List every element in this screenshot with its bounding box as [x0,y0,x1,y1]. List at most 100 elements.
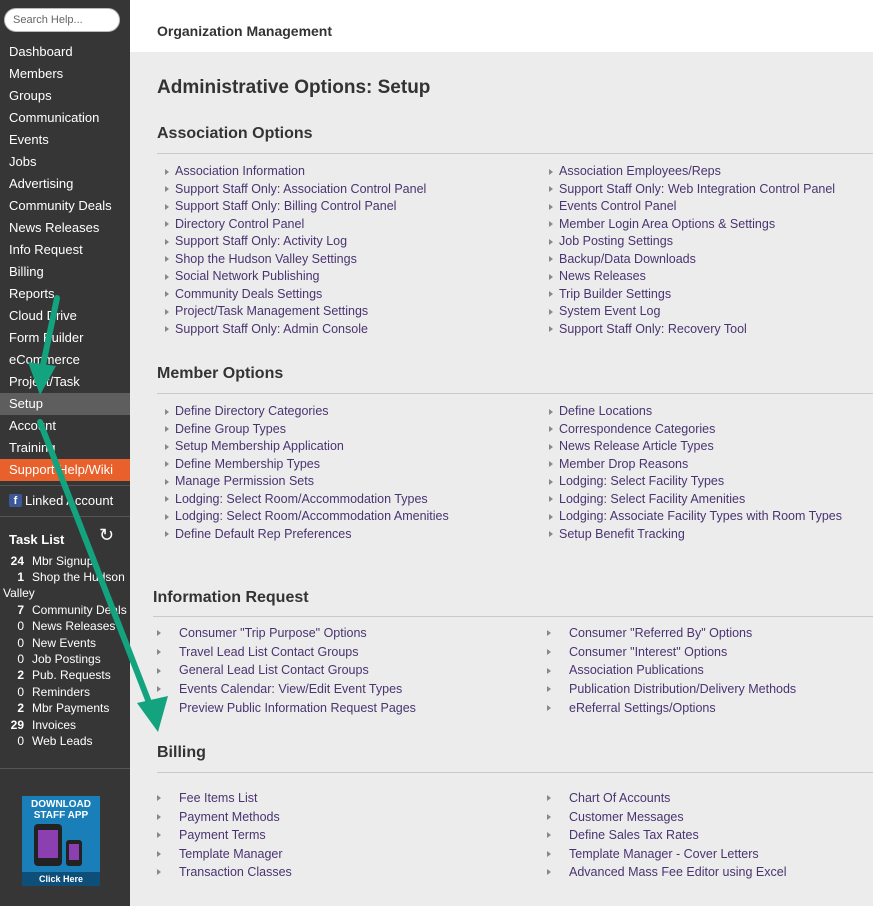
option-link[interactable]: Payment Methods [157,808,292,827]
option-link[interactable]: Support Staff Only: Billing Control Pane… [165,198,426,216]
sidebar-item-cloud-drive[interactable]: Cloud Drive [0,305,130,327]
option-link[interactable]: Community Deals Settings [165,286,426,304]
sidebar-item-project-task[interactable]: Project/Task [0,371,130,393]
option-link[interactable]: Events Calendar: View/Edit Event Types [157,680,416,699]
option-link[interactable]: Define Membership Types [165,456,449,474]
sidebar-item-events[interactable]: Events [0,129,130,151]
task-list-item[interactable]: 0 Web Leads [0,734,130,748]
sidebar-item-account[interactable]: Account [0,415,130,437]
option-link[interactable]: Template Manager [157,845,292,864]
option-link[interactable]: News Releases [549,268,835,286]
option-link[interactable]: Preview Public Information Request Pages [157,699,416,718]
option-link[interactable]: Job Posting Settings [549,233,835,251]
option-link[interactable]: Fee Items List [157,789,292,808]
sidebar-item-community-deals[interactable]: Community Deals [0,195,130,217]
task-list-item[interactable]: 2 Pub. Requests [0,668,130,682]
option-link[interactable]: Define Locations [549,403,842,421]
option-link[interactable]: Lodging: Associate Facility Types with R… [549,508,842,526]
task-list-item[interactable]: 1 Shop the Hudson [0,570,130,584]
task-list-item[interactable]: 0 News Releases [0,619,130,633]
task-list-item[interactable]: 7 Community Deals [0,603,130,617]
sidebar-item-news-releases[interactable]: News Releases [0,217,130,239]
sidebar-item-training[interactable]: Training [0,437,130,459]
facebook-icon: f [9,493,22,507]
option-link[interactable]: Backup/Data Downloads [549,251,835,269]
option-link[interactable]: Shop the Hudson Valley Settings [165,251,426,269]
option-link[interactable]: Setup Benefit Tracking [549,526,842,544]
option-link[interactable]: Lodging: Select Room/Accommodation Ameni… [165,508,449,526]
section-rule [153,616,873,617]
sidebar-item-members[interactable]: Members [0,63,130,85]
sidebar-item-dashboard[interactable]: Dashboard [0,41,130,63]
download-staff-app-banner[interactable]: DOWNLOAD STAFF APP Click Here [22,796,100,886]
sidebar-item-reports[interactable]: Reports [0,283,130,305]
task-list-item[interactable]: 0 Reminders [0,685,130,699]
linked-account-link[interactable]: f Linked Account [9,491,113,509]
option-link[interactable]: Publication Distribution/Delivery Method… [547,680,796,699]
option-link[interactable]: Define Directory Categories [165,403,449,421]
option-link[interactable]: Member Drop Reasons [549,456,842,474]
section-title-association: Association Options [157,125,313,142]
refresh-icon[interactable]: ↻ [99,524,114,546]
option-link[interactable]: Member Login Area Options & Settings [549,216,835,234]
option-link[interactable]: Define Sales Tax Rates [547,826,786,845]
option-link[interactable]: System Event Log [549,303,835,321]
sidebar-item-ecommerce[interactable]: eCommerce [0,349,130,371]
option-link[interactable]: Customer Messages [547,808,786,827]
task-list-item[interactable]: 0 New Events [0,636,130,650]
sidebar-divider [0,516,130,517]
task-list-item[interactable]: 2 Mbr Payments [0,701,130,715]
task-list-item[interactable]: 29 Invoices [0,718,130,732]
task-count: 0 [17,652,24,666]
option-link[interactable]: Lodging: Select Facility Amenities [549,491,842,509]
option-link[interactable]: Define Group Types [165,421,449,439]
sidebar-item-support-help-wiki[interactable]: Support Help/Wiki [0,459,130,481]
sidebar-item-setup[interactable]: Setup [0,393,130,415]
task-list-item[interactable]: 0 Job Postings [0,652,130,666]
search-input[interactable] [4,8,120,32]
sidebar-item-billing[interactable]: Billing [0,261,130,283]
option-link[interactable]: Correspondence Categories [549,421,842,439]
option-link[interactable]: Payment Terms [157,826,292,845]
option-link[interactable]: Support Staff Only: Activity Log [165,233,426,251]
option-link[interactable]: Support Staff Only: Association Control … [165,181,426,199]
option-link[interactable]: Template Manager - Cover Letters [547,845,786,864]
option-link[interactable]: News Release Article Types [549,438,842,456]
task-count: 0 [17,685,24,699]
option-link[interactable]: eReferral Settings/Options [547,699,796,718]
sidebar-item-form-builder[interactable]: Form Builder [0,327,130,349]
option-link[interactable]: Events Control Panel [549,198,835,216]
option-link[interactable]: Trip Builder Settings [549,286,835,304]
option-link[interactable]: Association Publications [547,661,796,680]
option-link[interactable]: Lodging: Select Room/Accommodation Types [165,491,449,509]
option-link[interactable]: Support Staff Only: Recovery Tool [549,321,835,339]
option-link[interactable]: Consumer "Interest" Options [547,643,796,662]
task-label: Shop the Hudson [32,570,125,584]
option-link[interactable]: Support Staff Only: Admin Console [165,321,426,339]
option-link[interactable]: Transaction Classes [157,863,292,882]
task-label: Web Leads [32,734,93,748]
sidebar-item-advertising[interactable]: Advertising [0,173,130,195]
option-link[interactable]: Directory Control Panel [165,216,426,234]
option-link[interactable]: Project/Task Management Settings [165,303,426,321]
sidebar-item-groups[interactable]: Groups [0,85,130,107]
option-link[interactable]: Social Network Publishing [165,268,426,286]
option-link[interactable]: Association Employees/Reps [549,163,835,181]
sidebar-item-jobs[interactable]: Jobs [0,151,130,173]
option-link[interactable]: Advanced Mass Fee Editor using Excel [547,863,786,882]
option-link[interactable]: Setup Membership Application [165,438,449,456]
task-list-item[interactable]: 24 Mbr Signup [0,554,130,568]
sidebar-item-communication[interactable]: Communication [0,107,130,129]
option-link[interactable]: Manage Permission Sets [165,473,449,491]
option-link[interactable]: Consumer "Trip Purpose" Options [157,624,416,643]
option-link[interactable]: Define Default Rep Preferences [165,526,449,544]
sidebar-item-info-request[interactable]: Info Request [0,239,130,261]
option-link[interactable]: Lodging: Select Facility Types [549,473,842,491]
option-link[interactable]: Consumer "Referred By" Options [547,624,796,643]
option-link[interactable]: General Lead List Contact Groups [157,661,416,680]
option-link[interactable]: Support Staff Only: Web Integration Cont… [549,181,835,199]
task-label: Community Deals [32,603,127,617]
option-link[interactable]: Travel Lead List Contact Groups [157,643,416,662]
option-link[interactable]: Chart Of Accounts [547,789,786,808]
option-link[interactable]: Association Information [165,163,426,181]
